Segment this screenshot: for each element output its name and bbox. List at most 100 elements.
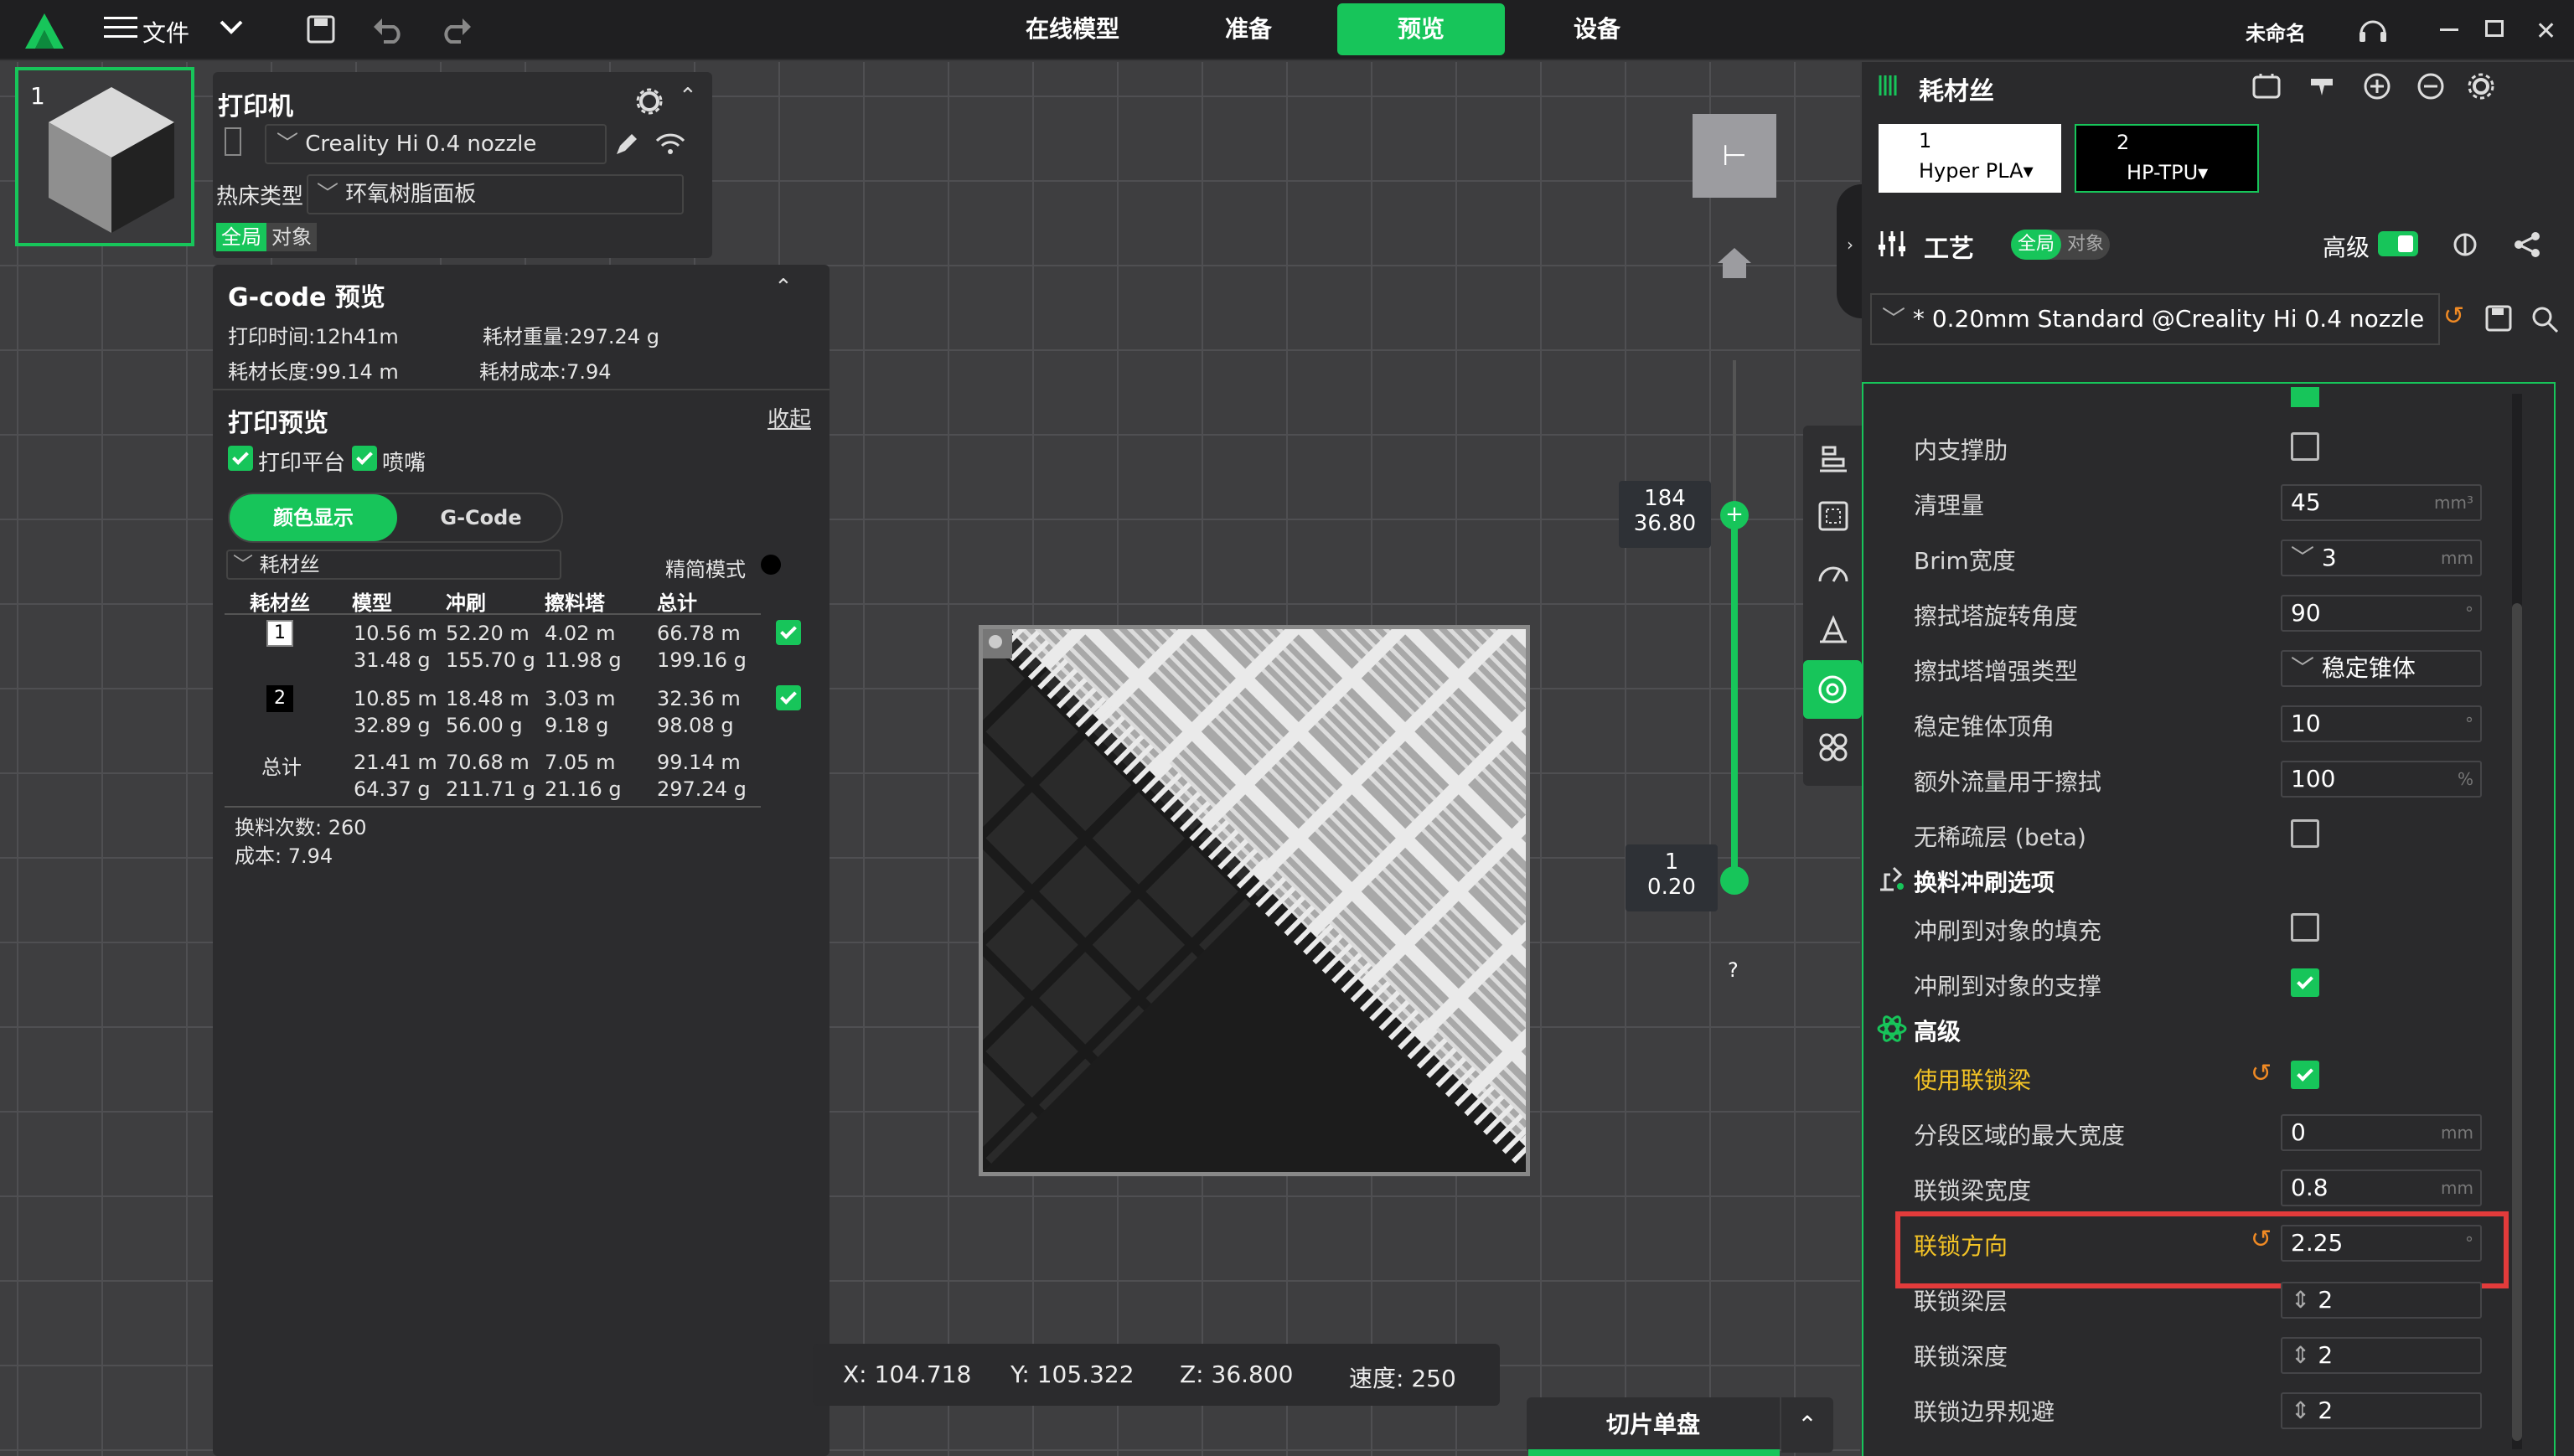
process-scope-global[interactable]: 全局 — [2011, 230, 2061, 260]
tab-prepare[interactable]: 准备 — [1165, 3, 1332, 55]
table-cell: 52.20 m — [446, 622, 530, 645]
flush-infill-checkbox[interactable] — [2291, 913, 2319, 942]
save-icon[interactable] — [307, 15, 335, 47]
plate-thumbnail[interactable]: 1 — [15, 67, 194, 246]
flush-support-checkbox[interactable] — [2291, 968, 2319, 997]
filament-visible-checkbox[interactable] — [776, 685, 801, 710]
share-icon[interactable] — [2512, 230, 2542, 260]
show-nozzle-checkbox[interactable] — [352, 446, 377, 471]
interlock-beam-width-input[interactable]: 0.8 mm — [2281, 1169, 2482, 1206]
scope-global-button[interactable]: 全局 — [216, 223, 266, 251]
cone-angle-input[interactable]: 10 ° — [2281, 705, 2482, 742]
remove-icon[interactable] — [2416, 72, 2445, 101]
filament-settings-gear-icon[interactable] — [2467, 72, 2495, 101]
no-sparse-layers-checkbox[interactable] — [2291, 819, 2319, 848]
speed-value: 速度: 250 — [1349, 1365, 1456, 1392]
chevron-down-icon[interactable] — [218, 17, 245, 40]
file-menu[interactable]: 文件 — [142, 15, 189, 49]
multi-color-icon[interactable] — [1817, 731, 1850, 764]
bottom-layer-height: 0.20 — [1647, 875, 1696, 900]
scrollbar-thumb[interactable] — [2512, 603, 2522, 1441]
tab-preview[interactable]: 预览 — [1337, 3, 1505, 55]
save-preset-icon[interactable] — [2485, 305, 2512, 332]
setting-label: 联锁梁宽度 — [1914, 1177, 2032, 1205]
project-name: 未命名 — [2246, 22, 2306, 45]
preview-mode-button[interactable] — [1803, 660, 1862, 719]
view-cube[interactable]: ⊢ — [1693, 114, 1776, 198]
setting-label: 联锁边界规避 — [1914, 1398, 2055, 1426]
nozzle-icon[interactable] — [2308, 72, 2336, 101]
support-headset-icon[interactable] — [2356, 15, 2390, 49]
align-icon[interactable] — [1817, 441, 1850, 474]
restore-icon[interactable] — [2485, 20, 2504, 37]
minimize-icon[interactable] — [2440, 28, 2458, 31]
edit-pencil-icon[interactable] — [613, 131, 640, 157]
reset-icon[interactable]: ↺ — [2251, 1225, 2272, 1254]
table-cell: 10.56 m — [354, 622, 437, 645]
panel-collapse-handle[interactable]: › — [1837, 184, 1865, 318]
partial-checkbox[interactable] — [2291, 387, 2319, 407]
home-icon[interactable] — [1716, 246, 1753, 280]
table-cell: 3.03 m — [545, 687, 616, 710]
filament-swatch: 1 — [266, 620, 293, 647]
filament-view-select[interactable]: ﹀ 耗材丝 — [226, 550, 561, 580]
internal-ribs-checkbox[interactable] — [2291, 432, 2319, 461]
interlock-direction-input[interactable]: 2.25 ° — [2281, 1225, 2482, 1262]
gear-icon[interactable] — [635, 87, 664, 116]
help-icon[interactable]: ? — [1728, 958, 1739, 982]
interlock-boundary-input[interactable]: ⇕ 2 — [2281, 1392, 2482, 1429]
collapse-link[interactable]: 收起 — [768, 402, 811, 433]
layout-icon[interactable] — [1817, 499, 1850, 533]
table-cell: 10.85 m — [354, 687, 437, 710]
creality-logo-icon[interactable] — [23, 12, 65, 54]
filament-visible-checkbox[interactable] — [776, 620, 801, 645]
add-icon[interactable] — [2363, 72, 2391, 101]
hamburger-icon[interactable] — [104, 13, 137, 38]
interlocking-beam-checkbox[interactable] — [2291, 1061, 2319, 1089]
support-icon[interactable] — [1817, 612, 1850, 645]
filament-slot-2[interactable]: 2 HP-TPU▾ — [2075, 124, 2259, 193]
speed-icon[interactable] — [1817, 556, 1850, 590]
simple-mode-toggle[interactable] — [761, 555, 781, 575]
slider-range[interactable] — [1731, 513, 1738, 880]
tab-online-models[interactable]: 在线模型 — [989, 3, 1156, 55]
slider-bottom-handle[interactable] — [1720, 866, 1749, 895]
slider-top-handle[interactable]: + — [1720, 501, 1749, 529]
reset-icon[interactable]: ↺ — [2251, 1059, 2272, 1088]
setting-label-modified: 联锁方向 — [1914, 1232, 2008, 1260]
process-scope-object[interactable]: 对象 — [2061, 230, 2110, 260]
wifi-icon[interactable] — [655, 132, 685, 156]
search-icon[interactable] — [2530, 305, 2559, 333]
close-icon[interactable]: ✕ — [2535, 17, 2556, 46]
interlock-beam-layers-input[interactable]: ⇕ 2 — [2281, 1282, 2482, 1319]
process-preset-select[interactable]: ﹀ * 0.20mm Standard @Creality Hi 0.4 noz… — [1870, 293, 2440, 345]
tab-device[interactable]: 设备 — [1513, 3, 1681, 55]
filament-slot-1[interactable]: 1 Hyper PLA▾ — [1879, 124, 2061, 193]
tower-rotation-input[interactable]: 90 ° — [2281, 595, 2482, 632]
filament-sync-icon[interactable] — [2251, 72, 2284, 102]
purge-volume-input[interactable]: 45 mm³ — [2281, 484, 2482, 521]
interlock-depth-input[interactable]: ⇕ 2 — [2281, 1337, 2482, 1374]
print-model[interactable] — [978, 611, 1544, 1177]
segment-max-width-input[interactable]: 0 mm — [2281, 1114, 2482, 1151]
reset-icon[interactable]: ↺ — [2443, 302, 2464, 331]
bed-type-select[interactable]: ﹀ 环氧树脂面板 — [307, 174, 684, 214]
setting-label-modified: 使用联锁梁 — [1914, 1066, 2032, 1094]
undo-icon[interactable] — [372, 15, 406, 47]
printer-select[interactable]: ﹀ Creality Hi 0.4 nozzle — [265, 124, 607, 164]
scope-object-button[interactable]: 对象 — [266, 223, 317, 251]
slice-plate-button[interactable]: 切片单盘 — [1527, 1397, 1780, 1453]
color-display-tab[interactable]: 颜色显示 — [230, 494, 397, 541]
collapse-up-icon[interactable]: ⌃ — [679, 84, 697, 109]
gcode-tab[interactable]: G-Code — [397, 494, 565, 541]
chevron-up-icon[interactable]: ⌃ — [1781, 1397, 1833, 1453]
advanced-toggle[interactable] — [2378, 231, 2418, 256]
process-title: 工艺 — [1924, 235, 1974, 264]
redo-icon[interactable] — [439, 15, 473, 47]
extra-flow-input[interactable]: 100% — [2281, 761, 2482, 798]
brim-width-input[interactable]: ﹀ 3 mm — [2281, 540, 2482, 576]
show-platform-checkbox[interactable] — [228, 446, 253, 471]
collapse-up-icon[interactable]: ⌃ — [774, 275, 793, 300]
compare-icon[interactable] — [2450, 230, 2480, 260]
tower-enhance-select[interactable]: ﹀ 稳定锥体 — [2281, 650, 2482, 687]
